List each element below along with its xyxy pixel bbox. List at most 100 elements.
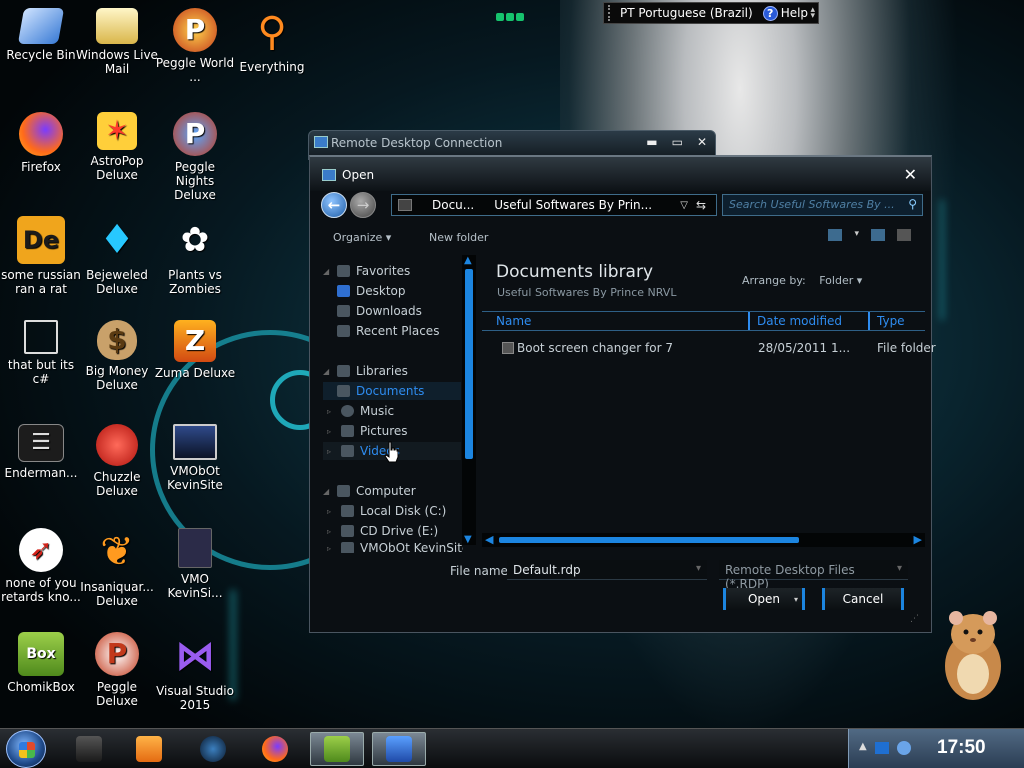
desktop-icon-vmo-kevinsite[interactable]: VMO KevinSi...	[154, 528, 236, 600]
show-hidden-icons-icon[interactable]: ▲	[859, 741, 867, 752]
chevron-down-icon[interactable]: ▾	[696, 563, 701, 574]
expand-arrow-icon[interactable]: ▹	[327, 527, 335, 536]
nav-libraries[interactable]: ◢ Libraries	[323, 362, 408, 380]
address-bar[interactable]: Docu... Useful Softwares By Prin... ▽ ⇆	[391, 194, 717, 216]
expand-arrow-icon[interactable]: ▹	[327, 407, 335, 416]
close-icon[interactable]: ✕	[904, 165, 917, 184]
scroll-thumb[interactable]	[465, 269, 473, 459]
search-input[interactable]: Search Useful Softwares By ... ⚲	[722, 194, 923, 216]
help-label[interactable]: Help	[781, 6, 808, 20]
desktop-icon-astropop[interactable]: ✶ AstroPop Deluxe	[76, 112, 158, 182]
desktop-icon-chuzzle[interactable]: Chuzzle Deluxe	[76, 424, 158, 498]
breadcrumb-current-folder[interactable]: Useful Softwares By Prin...	[494, 198, 652, 212]
desktop-icon-everything[interactable]: ⚲ Everything	[231, 8, 313, 74]
nav-downloads[interactable]: Downloads	[337, 302, 422, 320]
horizontal-scrollbar[interactable]: ◀ ▶	[482, 533, 925, 547]
desktop-icon-some-russian[interactable]: De some russian ran a rat	[0, 216, 82, 296]
file-row[interactable]: Boot screen changer for 7 28/05/2011 1..…	[482, 339, 936, 359]
nav-music[interactable]: ▹ Music	[323, 402, 394, 420]
preview-pane-icon[interactable]	[871, 229, 885, 241]
new-folder-button[interactable]: New folder	[429, 231, 488, 244]
start-button[interactable]	[6, 730, 46, 768]
desktop-icon-big-money[interactable]: $ Big Money Deluxe	[76, 320, 158, 392]
desktop-icon-plants-vs-zombies[interactable]: ✿ Plants vs Zombies	[154, 216, 236, 296]
scroll-up-icon[interactable]: ▲	[464, 255, 472, 266]
desktop-icon-none-of-you[interactable]: ➶ none of you retards kno...	[0, 528, 82, 604]
network-icon[interactable]	[875, 742, 889, 754]
desktop-icon-enderman[interactable]: ☰ Enderman...	[0, 424, 82, 480]
resize-grip-icon[interactable]: ⋰	[910, 614, 919, 624]
taskbar-item-globe[interactable]	[186, 732, 240, 766]
expand-arrow-icon[interactable]: ◢	[323, 487, 331, 496]
options-icon[interactable]: ▴ ▾	[810, 6, 815, 21]
column-date-modified[interactable]: Date modified	[757, 314, 842, 328]
refresh-icon[interactable]: ⇆	[696, 198, 712, 212]
open-button[interactable]: Open ▾	[723, 588, 805, 610]
desktop-icon-firefox[interactable]: Firefox	[0, 112, 82, 174]
dialog-title-bar[interactable]: Open ✕	[310, 157, 931, 191]
nav-computer[interactable]: ◢ Computer	[323, 482, 416, 500]
column-name[interactable]: Name	[496, 314, 531, 328]
forward-arrow-icon[interactable]: →	[350, 192, 376, 218]
help-icon[interactable]: ?	[762, 5, 778, 21]
view-icon[interactable]	[828, 229, 843, 241]
desktop-icon-chomikbox[interactable]: Box ChomikBox	[0, 632, 82, 694]
expand-arrow-icon[interactable]: ▹	[327, 427, 335, 436]
nav-pictures[interactable]: ▹ Pictures	[323, 422, 408, 440]
expand-arrow-icon[interactable]: ▹	[327, 507, 335, 516]
column-separator[interactable]	[748, 312, 750, 330]
breadcrumb-documents[interactable]: Docu...	[432, 198, 474, 212]
cancel-button[interactable]: Cancel	[822, 588, 904, 610]
organize-button[interactable]: Organize ▾	[333, 231, 391, 244]
chevron-down-icon[interactable]: ▾	[854, 229, 859, 241]
desktop-icon-visual-studio[interactable]: ⋈ Visual Studio 2015	[154, 632, 236, 712]
column-separator[interactable]	[868, 312, 870, 330]
expand-arrow-icon[interactable]: ▹	[327, 447, 335, 456]
chevron-down-icon[interactable]: ▽	[680, 200, 688, 211]
expand-arrow-icon[interactable]: ▹	[327, 544, 335, 553]
arrange-by[interactable]: Arrange by: Folder ▾	[742, 274, 862, 287]
nav-favorites[interactable]: ◢ Favorites	[323, 262, 410, 280]
desktop-icon-bejeweled[interactable]: ♦ Bejeweled Deluxe	[76, 216, 158, 296]
column-type[interactable]: Type	[877, 314, 905, 328]
library-subtitle[interactable]: Useful Softwares By Prince NRVL	[497, 286, 676, 299]
arrange-by-value[interactable]: Folder	[819, 274, 853, 287]
taskbar-item-media-player[interactable]	[122, 732, 176, 766]
expand-arrow-icon[interactable]: ◢	[323, 367, 331, 376]
back-arrow-icon[interactable]: ←	[321, 192, 347, 218]
help-icon[interactable]	[897, 229, 911, 241]
clock[interactable]: 17:50	[937, 737, 986, 759]
chevron-down-icon[interactable]: ▾	[897, 563, 902, 574]
desktop-icon-peggle-world[interactable]: P Peggle World ...	[154, 8, 236, 84]
taskbar-item-explorer[interactable]	[62, 732, 116, 766]
scroll-down-icon[interactable]: ▼	[464, 534, 472, 545]
desktop-icon-windows-live-mail[interactable]: Windows Live Mail	[76, 8, 158, 76]
nav-documents[interactable]: Documents	[323, 382, 461, 400]
close-icon[interactable]: ✕	[697, 135, 707, 149]
language-bar[interactable]: PT Portuguese (Brazil) ? Help ▴ ▾	[603, 2, 819, 24]
minimize-icon[interactable]: ▬	[646, 135, 657, 149]
nav-scrollbar[interactable]: ▲ ▼	[462, 255, 476, 545]
language-label[interactable]: PT Portuguese (Brazil)	[620, 6, 753, 20]
nav-cd-drive[interactable]: ▹ CD Drive (E:)	[323, 522, 438, 540]
scroll-left-icon[interactable]: ◀	[485, 533, 493, 546]
desktop-icon-insaniquarium[interactable]: ❦ Insaniquar... Deluxe	[76, 528, 158, 608]
maximize-icon[interactable]: ▭	[672, 135, 683, 149]
file-name-input[interactable]: Default.rdp ▾	[507, 560, 707, 580]
desktop-icon-recycle-bin[interactable]: Recycle Bin	[0, 8, 82, 62]
desktop-icon-peggle-nights[interactable]: P Peggle Nights Deluxe	[154, 112, 236, 202]
desktop-icon-vmobot[interactable]: VMObOt KevinSite	[154, 424, 236, 492]
scroll-right-icon[interactable]: ▶	[914, 533, 922, 546]
desktop-icon-peggle-deluxe[interactable]: P Peggle Deluxe	[76, 632, 158, 708]
nav-network-share[interactable]: ▹ VMObOt KevinSite	[323, 542, 463, 553]
volume-icon[interactable]	[897, 741, 911, 755]
nav-local-disk[interactable]: ▹ Local Disk (C:)	[323, 502, 446, 520]
expand-arrow-icon[interactable]: ◢	[323, 267, 331, 276]
taskbar-item-firefox[interactable]	[248, 732, 302, 766]
desktop-icon-that-but-its-csharp[interactable]: that but its c#	[0, 320, 82, 386]
taskbar-item-remote-desktop[interactable]	[372, 732, 426, 766]
desktop-icon-zuma[interactable]: Z Zuma Deluxe	[154, 320, 236, 380]
taskbar-item-chomikbox[interactable]	[310, 732, 364, 766]
nav-recent-places[interactable]: Recent Places	[337, 322, 439, 340]
scroll-thumb[interactable]	[499, 537, 799, 543]
